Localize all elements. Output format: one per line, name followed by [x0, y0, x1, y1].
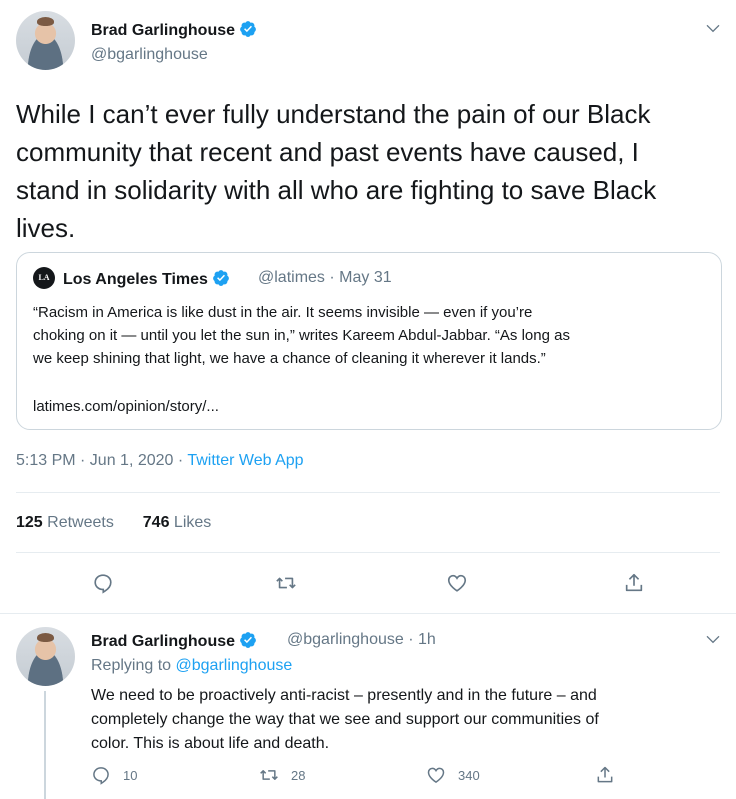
- retweet-button[interactable]: [275, 572, 297, 594]
- verified-badge-icon: [240, 632, 256, 648]
- quoted-tweet[interactable]: LA Times Los Angeles Times @latimes · Ma…: [16, 252, 722, 430]
- retweets-stat[interactable]: 125 Retweets: [16, 514, 114, 531]
- retweet-count: 125: [16, 514, 43, 531]
- replying-to: Replying to @bgarlinghouse: [91, 657, 292, 675]
- quoted-author-name-text[interactable]: Los Angeles Times: [63, 271, 208, 288]
- author-handle[interactable]: @bgarlinghouse: [91, 46, 208, 64]
- tweet-timestamp: 5:13 PM · Jun 1, 2020 · Twitter Web App: [16, 452, 304, 470]
- quoted-text: “Racism in America is like dust in the a…: [33, 304, 570, 367]
- main-tweet: Brad Garlinghouse @bgarlinghouse While I…: [0, 0, 736, 614]
- avatar[interactable]: [16, 11, 75, 70]
- replying-to-mention[interactable]: @bgarlinghouse: [176, 657, 293, 674]
- reply-icon: [93, 767, 109, 785]
- tweet-text: While I can’t ever fully understand the …: [16, 99, 657, 243]
- tweet-stats: 125 Retweets 746 Likes: [16, 514, 211, 532]
- quoted-handle-date[interactable]: @latimes · May 31: [258, 269, 392, 287]
- quoted-author-name[interactable]: Los Angeles Times: [63, 269, 230, 289]
- reply-button[interactable]: 10: [91, 765, 137, 785]
- retweet-count: 28: [291, 767, 306, 783]
- quoted-link[interactable]: latimes.com/opinion/story/...: [33, 398, 219, 415]
- share-icon: [597, 766, 613, 783]
- retweet-button[interactable]: 28: [259, 765, 305, 785]
- thread-line: [44, 691, 46, 799]
- author-name-text[interactable]: Brad Garlinghouse: [91, 22, 235, 39]
- likes-stat[interactable]: 746 Likes: [143, 514, 212, 531]
- reply-text: We need to be proactively anti-racist – …: [91, 687, 599, 752]
- share-button[interactable]: [623, 572, 645, 594]
- reply-count: 10: [123, 767, 138, 783]
- like-count: 340: [458, 767, 480, 783]
- reply-button[interactable]: [92, 572, 114, 594]
- tweet-source[interactable]: Twitter Web App: [187, 452, 303, 469]
- reply-tweet[interactable]: Brad Garlinghouse @bgarlinghouse · 1h Re…: [0, 614, 736, 799]
- like-count: 746: [142, 514, 170, 531]
- retweet-icon: [276, 577, 296, 589]
- like-button[interactable]: 340: [426, 765, 480, 785]
- replying-to-label: Replying to: [91, 657, 176, 674]
- divider: [16, 552, 720, 553]
- like-icon: [447, 574, 467, 592]
- timestamp-text[interactable]: 5:13 PM · Jun 1, 2020 ·: [16, 452, 187, 469]
- retweet-icon: [260, 770, 278, 780]
- author-name[interactable]: Brad Garlinghouse: [91, 20, 257, 40]
- like-button[interactable]: [446, 572, 468, 594]
- share-button[interactable]: [595, 765, 615, 785]
- chevron-down-icon[interactable]: [705, 20, 721, 36]
- reply-author-name[interactable]: Brad Garlinghouse: [91, 631, 257, 651]
- divider: [16, 492, 720, 493]
- avatar[interactable]: [16, 627, 75, 686]
- reply-icon: [94, 574, 112, 594]
- verified-badge-icon: [213, 270, 229, 286]
- share-icon: [625, 573, 643, 592]
- like-icon: [427, 767, 445, 783]
- latimes-logo[interactable]: LA Times: [33, 267, 55, 304]
- retweet-label: Retweets: [47, 514, 114, 531]
- chevron-down-icon[interactable]: [705, 631, 721, 647]
- reply-author-name-text[interactable]: Brad Garlinghouse: [91, 633, 235, 650]
- like-label: Likes: [173, 514, 212, 531]
- reply-handle-time[interactable]: @bgarlinghouse · 1h: [287, 631, 436, 649]
- verified-badge-icon: [240, 21, 256, 37]
